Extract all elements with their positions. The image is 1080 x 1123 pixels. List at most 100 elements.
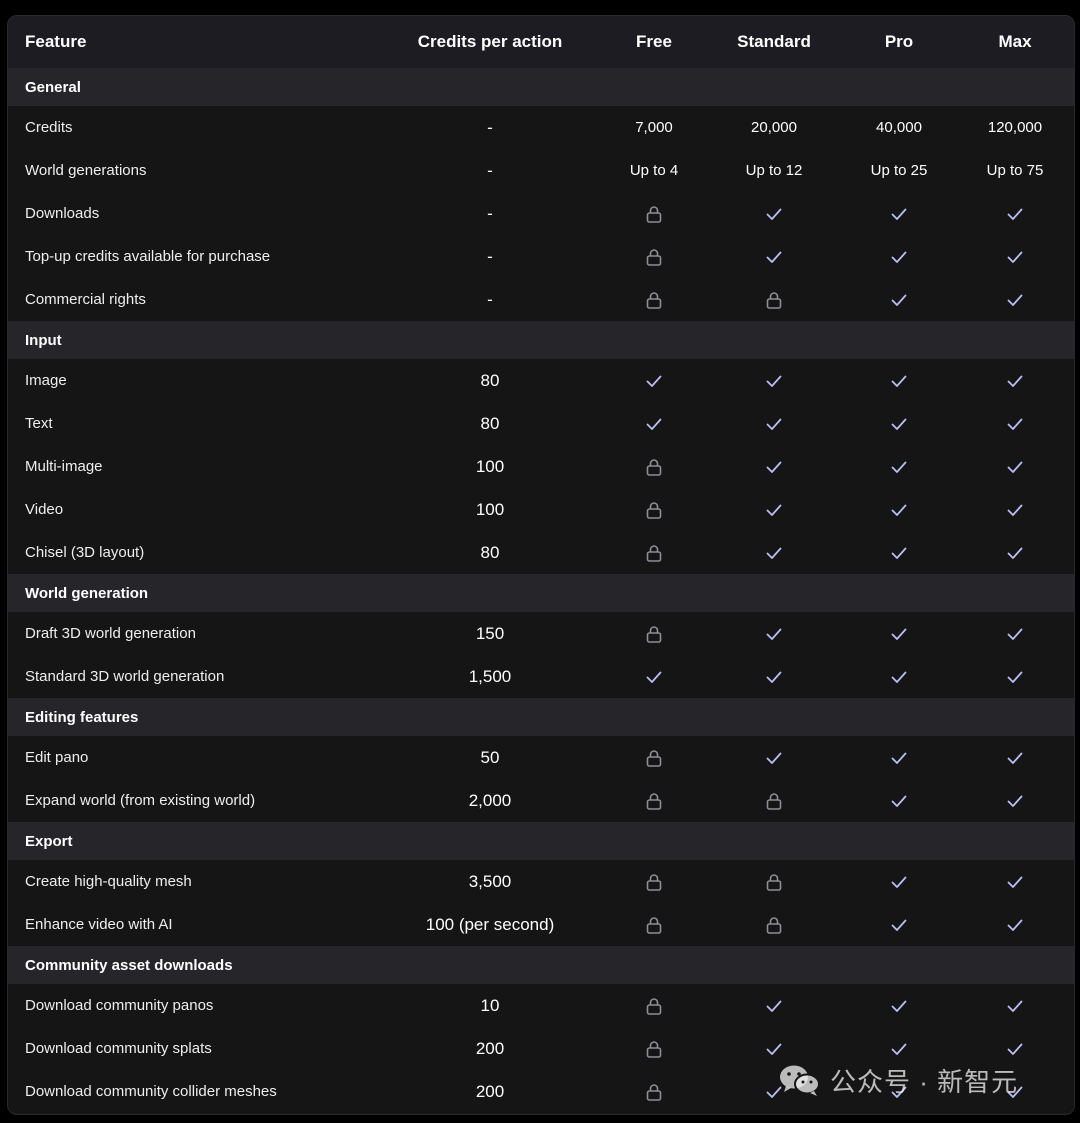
plan-standard-included [724, 655, 824, 698]
check-icon [1007, 375, 1023, 387]
plan-free-included [604, 402, 704, 445]
feature-label: Chisel (3D layout) [25, 544, 145, 561]
check-icon [646, 671, 662, 683]
plan-standard-included [724, 531, 824, 574]
plan-pro-included [849, 903, 949, 946]
check-icon [891, 251, 907, 263]
plan-pro-included [849, 1027, 949, 1070]
section-title: General [25, 78, 81, 96]
plan-pro-included [849, 655, 949, 698]
plan-pro-included [849, 235, 949, 278]
plan-max-included [965, 192, 1065, 235]
plan-max-included [965, 402, 1065, 445]
plan-free-locked [604, 1027, 704, 1070]
plan-pro-included [849, 488, 949, 531]
check-icon [1007, 628, 1023, 640]
plan-free-included [604, 655, 704, 698]
check-icon [891, 1086, 907, 1098]
plan-max-value: Up to 75 [986, 162, 1044, 179]
check-icon [1007, 876, 1023, 888]
section-title: Community asset downloads [25, 956, 233, 974]
table-row: Image 80 [8, 359, 1074, 402]
plan-free-locked [604, 1070, 704, 1113]
plan-standard-locked [724, 779, 824, 822]
plan-standard-included [724, 235, 824, 278]
table-row: Video 100 [8, 488, 1074, 531]
check-icon [891, 795, 907, 807]
feature-label: Image [25, 372, 67, 389]
credits-value: 150 [475, 623, 505, 643]
feature-label: Downloads [25, 205, 100, 222]
plan-max-included [965, 531, 1065, 574]
header-plan-free: Free [636, 32, 672, 51]
plan-pro-included [849, 984, 949, 1027]
section-title: Editing features [25, 708, 139, 726]
feature-label: Download community collider meshes [25, 1083, 277, 1100]
lock-icon [646, 458, 662, 476]
plan-max-included [965, 1070, 1065, 1113]
credits-value: - [487, 203, 493, 223]
plan-pro-included [849, 1070, 949, 1113]
header-feature: Feature [25, 32, 87, 51]
lock-icon [646, 916, 662, 934]
check-icon [891, 876, 907, 888]
plan-standard-included [724, 1027, 824, 1070]
check-icon [891, 547, 907, 559]
feature-label: Download community splats [25, 1040, 212, 1057]
feature-label: Standard 3D world generation [25, 668, 225, 685]
table-row: Create high-quality mesh 3,500 [8, 860, 1074, 903]
check-icon [1007, 671, 1023, 683]
header-plan-max: Max [998, 32, 1032, 51]
plan-max-value: 120,000 [987, 119, 1043, 136]
table-row: Edit pano 50 [8, 736, 1074, 779]
credits-value: 200 [475, 1038, 505, 1058]
plan-free-included [604, 359, 704, 402]
credits-value: - [487, 117, 493, 137]
check-icon [891, 1043, 907, 1055]
credits-value: 50 [480, 747, 500, 767]
plan-max-included [965, 235, 1065, 278]
plan-free-locked [604, 612, 704, 655]
credits-value: 1,500 [468, 666, 512, 686]
credits-value: 3,500 [468, 871, 512, 891]
plan-free-value: 7,000 [635, 119, 673, 136]
section-title: Export [25, 832, 73, 850]
plan-standard-included [724, 192, 824, 235]
table-row: Text 80 [8, 402, 1074, 445]
table-row: World generations - Up to 4 Up to 12 Up to 2… [8, 149, 1074, 192]
plan-free-locked [604, 984, 704, 1027]
check-icon [766, 208, 782, 220]
lock-icon [646, 749, 662, 767]
table-row: Download community collider meshes 200 [8, 1070, 1074, 1113]
table-header: Feature Credits per action Free Standard… [8, 16, 1074, 69]
plan-free-locked [604, 235, 704, 278]
plan-max-included [965, 278, 1065, 321]
plan-max-included [965, 779, 1065, 822]
plan-free-locked [604, 488, 704, 531]
feature-label: Credits [25, 119, 73, 136]
feature-label: Top-up credits available for purchase [25, 248, 271, 265]
lock-icon [766, 873, 782, 891]
table-row: Enhance video with AI 100 (per second) [8, 903, 1074, 946]
lock-icon [646, 792, 662, 810]
check-icon [891, 919, 907, 931]
feature-label: Enhance video with AI [25, 916, 173, 933]
lock-icon [646, 501, 662, 519]
check-icon [766, 547, 782, 559]
table-row: Top-up credits available for purchase - [8, 235, 1074, 278]
check-icon [766, 251, 782, 263]
check-icon [891, 628, 907, 640]
plan-free-locked [604, 903, 704, 946]
check-icon [766, 1086, 782, 1098]
plan-max-included [965, 736, 1065, 779]
plan-free-locked [604, 736, 704, 779]
plan-max-included [965, 359, 1065, 402]
plan-standard-included [724, 984, 824, 1027]
check-icon [1007, 504, 1023, 516]
check-icon [891, 1000, 907, 1012]
pricing-table: Feature Credits per action Free Standard… [7, 15, 1075, 1115]
plan-standard-included [724, 488, 824, 531]
lock-icon [646, 997, 662, 1015]
plan-pro-included [849, 779, 949, 822]
plan-free-locked [604, 860, 704, 903]
